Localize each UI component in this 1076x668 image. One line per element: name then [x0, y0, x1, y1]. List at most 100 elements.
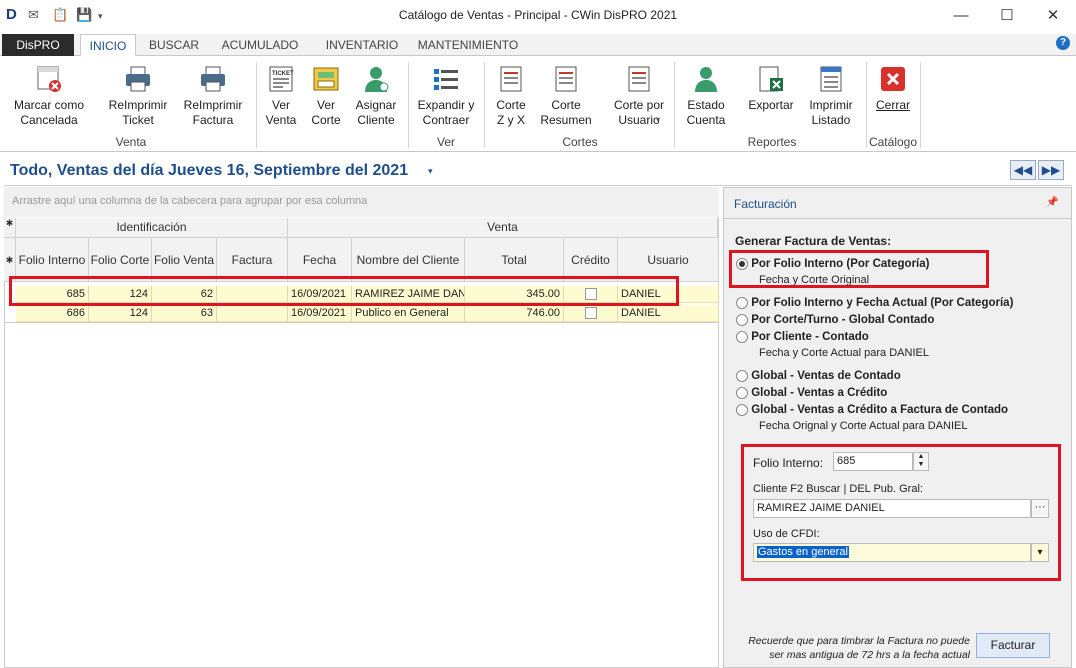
tab-buscar[interactable]: BUSCAR — [142, 34, 206, 56]
radio-global-credito-contado[interactable] — [736, 404, 748, 416]
print-list-icon — [820, 66, 842, 92]
cell-fecha: 16/09/2021 — [288, 305, 352, 322]
report-icon — [628, 66, 650, 92]
group-label-ver: Ver — [436, 135, 455, 149]
cell-folio: 686 — [16, 305, 89, 322]
printer-icon — [126, 66, 150, 92]
account-user-icon — [695, 67, 717, 92]
corte-zx-label: Corte Z y X — [496, 98, 526, 127]
radio-corte-turno[interactable] — [736, 314, 748, 326]
ver-venta-button[interactable]: TICKET Ver Venta — [262, 64, 300, 128]
estado-label: Estado Cuenta — [686, 98, 726, 127]
corte-zx-button[interactable]: Corte Z y X — [490, 64, 532, 128]
page-title: Todo, Ventas del día Jueves 16, Septiemb… — [10, 162, 409, 179]
ver-corte-label: Ver Corte — [311, 98, 341, 127]
expand-list-icon — [434, 69, 458, 90]
corte-resumen-button[interactable]: Corte Resumen — [538, 64, 594, 128]
highlight-row-box — [9, 276, 679, 306]
reimprimir-factura-button[interactable]: ReImprimir Factura — [176, 64, 250, 128]
option-global-credito[interactable]: Global - Ventas a Crédito — [736, 387, 887, 399]
pin-icon[interactable]: 📌 — [1046, 197, 1058, 208]
radio-global-credito[interactable] — [736, 387, 748, 399]
asignar-label: Asignar Cliente — [355, 98, 397, 127]
group-label-cortes: Cortes — [562, 135, 598, 149]
report-icon — [555, 66, 577, 92]
option-global-contado[interactable]: Global - Ventas de Contado — [736, 370, 901, 382]
maximize-icon[interactable]: ☐ — [984, 4, 1030, 28]
opt7-label: Global - Ventas a Crédito a Factura de C… — [751, 404, 1009, 417]
cell-venta: 63 — [152, 305, 217, 322]
credito-checkbox[interactable] — [584, 307, 597, 320]
band-identificacion: Identificación — [16, 218, 288, 238]
option-folio-fecha-actual[interactable]: Por Folio Interno y Fecha Actual (Por Ca… — [736, 297, 1013, 309]
ticket-icon: TICKET — [269, 66, 294, 92]
band-venta: Venta — [288, 218, 718, 238]
band-corner: ✱ — [4, 218, 16, 238]
close-icon — [881, 67, 905, 91]
imprimir-label: Imprimir Listado — [809, 98, 853, 127]
marcar-cancelada-button[interactable]: Marcar como Cancelada — [8, 64, 90, 128]
tab-mantenimiento[interactable]: MANTENIMIENTO — [414, 34, 522, 56]
highlight-form-box — [741, 444, 1061, 581]
title-dropdown-icon[interactable]: ▾ — [428, 166, 433, 177]
prev-nav-icon[interactable]: ◀◀ — [1010, 160, 1036, 180]
minimize-icon[interactable]: — — [938, 4, 984, 28]
app-menu-tab[interactable]: DisPRO — [2, 34, 74, 56]
option-cliente-contado[interactable]: Por Cliente - Contado — [736, 331, 869, 343]
window-title: Catálogo de Ventas - Principal - CWin Di… — [398, 8, 678, 22]
tab-acumulado[interactable]: ACUMULADO — [214, 34, 306, 56]
user-icon — [365, 67, 389, 92]
exportar-button[interactable]: Exportar — [742, 64, 800, 113]
highlight-option-box — [729, 250, 989, 288]
estado-cuenta-button[interactable]: Estado Cuenta — [680, 64, 732, 128]
asignar-cliente-button[interactable]: Asignar Cliente — [350, 64, 402, 128]
radio-cliente-contado[interactable] — [736, 331, 748, 343]
grid-bottom-line — [4, 322, 719, 323]
expandir-label: Expandir y Contraer — [417, 98, 475, 127]
marcar-label: Marcar como Cancelada — [13, 98, 84, 127]
ticket-icon-text: TICKET — [272, 71, 294, 77]
ribbon-separator — [256, 62, 257, 148]
report-icon — [500, 66, 522, 92]
facturar-button[interactable]: Facturar — [976, 633, 1050, 658]
printer-icon — [201, 66, 225, 92]
factura-heading: Generar Factura de Ventas: — [735, 234, 892, 248]
cerrar-button[interactable]: Cerrar — [870, 64, 916, 113]
cancel-ticket-icon — [37, 66, 61, 92]
expandir-contraer-button[interactable]: Expandir y Contraer — [414, 64, 478, 128]
exportar-label: Exportar — [748, 98, 794, 112]
opt5-label: Global - Ventas de Contado — [751, 370, 901, 383]
ribbon-separator — [408, 62, 409, 148]
ribbon-separator — [674, 62, 675, 148]
imprimir-listado-button[interactable]: Imprimir Listado — [802, 64, 860, 128]
cell-credito[interactable] — [564, 305, 618, 322]
table-row[interactable]: 686 124 63 16/09/2021 Publico en General… — [16, 305, 719, 322]
panel-title: Facturación — [734, 197, 797, 211]
ribbon-separator — [920, 62, 921, 148]
ribbon-separator — [484, 62, 485, 148]
ver-venta-label: Ver Venta — [265, 98, 297, 127]
cash-register-icon — [313, 67, 339, 91]
corte-usuario-button[interactable]: Corte por Usuario — [608, 64, 670, 128]
tab-inicio[interactable]: INICIO — [80, 34, 136, 56]
group-label-reportes: Reportes — [747, 135, 797, 149]
reimprimir-ticket-button[interactable]: ReImprimir Ticket — [100, 64, 176, 128]
opt4-sub: Fecha y Corte Actual para DANIEL — [759, 347, 929, 359]
option-corte-turno[interactable]: Por Corte/Turno - Global Contado — [736, 314, 934, 326]
radio-folio-fecha-actual[interactable] — [736, 297, 748, 309]
tab-inventario[interactable]: INVENTARIO — [316, 34, 408, 56]
group-by-area[interactable]: Arrastre aquí una columna de la cabecera… — [4, 187, 719, 217]
radio-global-contado[interactable] — [736, 370, 748, 382]
opt7-sub: Fecha Orignal y Corte Actual para DANIEL — [759, 420, 968, 432]
chevron-down-icon[interactable]: ▾ — [656, 115, 660, 124]
ver-corte-button[interactable]: Ver Corte — [306, 64, 346, 128]
timbrar-note: Recuerde que para timbrar la Factura no … — [748, 635, 970, 661]
help-icon[interactable]: ? — [1056, 36, 1070, 50]
opt4-label: Por Cliente - Contado — [751, 331, 869, 344]
next-nav-icon[interactable]: ▶▶ — [1038, 160, 1064, 180]
corte-resumen-label: Corte Resumen — [540, 98, 592, 127]
cell-factura — [217, 305, 288, 322]
group-label-venta: Venta — [115, 135, 147, 149]
option-global-credito-contado[interactable]: Global - Ventas a Crédito a Factura de C… — [736, 404, 1008, 416]
close-window-icon[interactable]: ✕ — [1030, 4, 1076, 28]
